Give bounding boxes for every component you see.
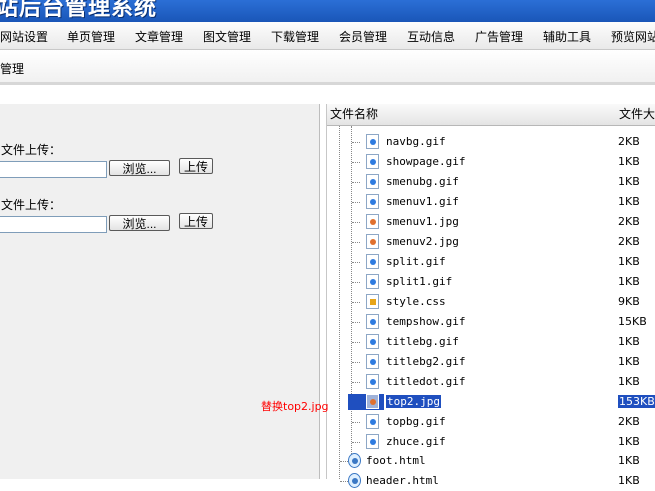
- gif-file-icon: [366, 354, 379, 369]
- browse-button-2[interactable]: 浏览...: [109, 215, 170, 231]
- main-nav: 网站设置 单页管理 文章管理 图文管理 下载管理 会员管理 互动信息 广告管理 …: [0, 22, 655, 50]
- nav-item-articles[interactable]: 文章管理: [135, 28, 183, 45]
- file-row-header-html[interactable]: header.html 1KB: [327, 471, 655, 491]
- file-row-top2-jpg[interactable]: top2.jpg 153KB: [327, 392, 655, 412]
- jpg-file-icon: [366, 394, 379, 409]
- file-row-split-gif[interactable]: split.gif 1KB: [327, 252, 655, 272]
- file-row-style-css[interactable]: style.css 9KB: [327, 292, 655, 312]
- upload-button-2[interactable]: 上传: [179, 213, 213, 229]
- column-header-size[interactable]: 文件大小: [616, 104, 655, 126]
- gif-file-icon: [366, 274, 379, 289]
- gif-file-icon: [366, 374, 379, 389]
- file-row-smenuv2-jpg[interactable]: smenuv2.jpg 2KB: [327, 232, 655, 252]
- gif-file-icon: [366, 254, 379, 269]
- file-row-smenubg-gif[interactable]: smenubg.gif 1KB: [327, 172, 655, 192]
- file-row-foot-html[interactable]: foot.html 1KB: [327, 451, 655, 471]
- replace-annotation: 替换top2.jpg: [261, 400, 329, 413]
- gif-file-icon: [366, 334, 379, 349]
- file-row-titlebg2-gif[interactable]: titlebg2.gif 1KB: [327, 352, 655, 372]
- upload-label-1: 文件上传：: [1, 143, 62, 157]
- gif-file-icon: [366, 154, 379, 169]
- browse-button-1[interactable]: 浏览...: [109, 160, 170, 176]
- css-file-icon: [366, 294, 379, 309]
- app-header: 站后台管理系统: [0, 0, 655, 22]
- gif-file-icon: [366, 194, 379, 209]
- upload-panel: 文件上传： 浏览... 上传 文件上传： 浏览... 上传: [0, 104, 320, 479]
- file-row-navbg-gif[interactable]: navbg.gif 2KB: [327, 132, 655, 152]
- nav-item-interaction[interactable]: 互动信息: [407, 28, 455, 45]
- file-list-panel: 文件名称 文件大小 navbg.gif 2KB showpage.gif 1KB…: [326, 104, 655, 488]
- jpg-file-icon: [366, 214, 379, 229]
- nav-item-site-settings[interactable]: 网站设置: [0, 28, 48, 45]
- upload-label-2: 文件上传：: [1, 198, 62, 212]
- nav-item-downloads[interactable]: 下载管理: [271, 28, 319, 45]
- html-file-icon: [348, 453, 361, 468]
- nav-item-ads[interactable]: 广告管理: [475, 28, 523, 45]
- upload-button-1[interactable]: 上传: [179, 158, 213, 174]
- file-row-titledot-gif[interactable]: titledot.gif 1KB: [327, 372, 655, 392]
- gif-file-icon: [366, 414, 379, 429]
- column-header-name[interactable]: 文件名称: [327, 104, 619, 126]
- gif-file-icon: [366, 174, 379, 189]
- breadcrumb: 管理: [0, 50, 655, 85]
- file-row-titlebg-gif[interactable]: titlebg.gif 1KB: [327, 332, 655, 352]
- file-row-zhuce-gif[interactable]: zhuce.gif 1KB: [327, 432, 655, 452]
- gif-file-icon: [366, 434, 379, 449]
- html-file-icon: [348, 473, 361, 488]
- file-input-1[interactable]: [0, 161, 107, 178]
- file-row-smenuv1-jpg[interactable]: smenuv1.jpg 2KB: [327, 212, 655, 232]
- jpg-file-icon: [366, 234, 379, 249]
- nav-item-image-text[interactable]: 图文管理: [203, 28, 251, 45]
- file-input-2[interactable]: [0, 216, 107, 233]
- nav-item-members[interactable]: 会员管理: [339, 28, 387, 45]
- file-row-split1-gif[interactable]: split1.gif 1KB: [327, 272, 655, 292]
- file-row-showpage-gif[interactable]: showpage.gif 1KB: [327, 152, 655, 172]
- nav-item-preview[interactable]: 预览网站: [611, 28, 655, 45]
- nav-item-tools[interactable]: 辅助工具: [543, 28, 591, 45]
- breadcrumb-label: 管理: [0, 62, 25, 76]
- file-row-topbg-gif[interactable]: topbg.gif 2KB: [327, 412, 655, 432]
- file-row-smenuv1-gif[interactable]: smenuv1.gif 1KB: [327, 192, 655, 212]
- gif-file-icon: [366, 314, 379, 329]
- gif-file-icon: [366, 134, 379, 149]
- nav-item-single-page[interactable]: 单页管理: [67, 28, 115, 45]
- file-row-tempshow-gif[interactable]: tempshow.gif 15KB: [327, 312, 655, 332]
- app-title: 站后台管理系统: [0, 0, 158, 21]
